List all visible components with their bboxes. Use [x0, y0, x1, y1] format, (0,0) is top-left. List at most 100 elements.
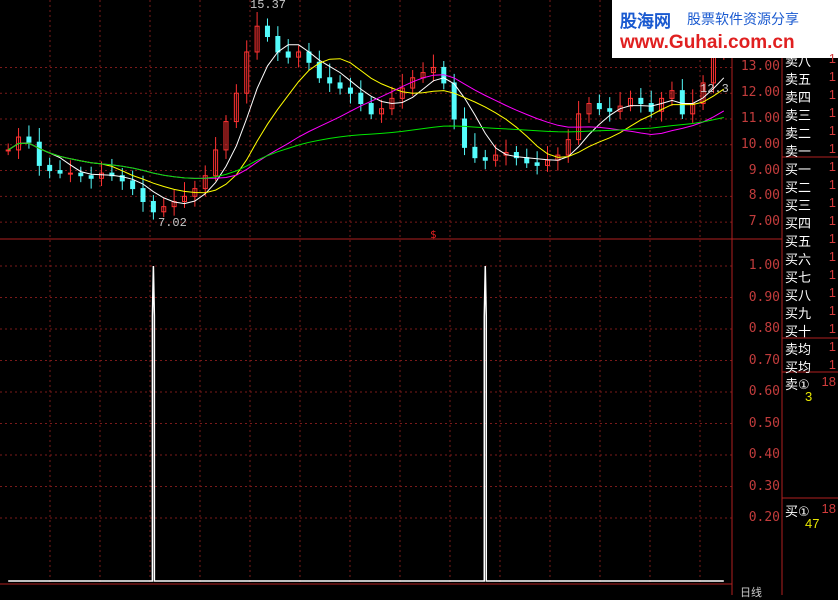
candle-body	[534, 162, 540, 166]
candle-body	[36, 141, 42, 166]
price-tick-label: 11.00	[740, 111, 780, 126]
order-row: 卖四 1	[783, 86, 838, 106]
order-volume: 1	[828, 339, 836, 354]
candle-body	[5, 149, 11, 152]
order-row: 买五 1	[783, 230, 838, 250]
candle-body	[368, 103, 374, 115]
candle-body	[524, 157, 530, 164]
order-sub-value: 47	[805, 516, 820, 531]
order-row: 买① 18 47	[783, 500, 838, 531]
order-row: 卖五 1	[783, 68, 838, 88]
order-volume: 1	[828, 159, 836, 174]
order-row: 买均 1	[783, 356, 838, 376]
order-row: 买一 1	[783, 158, 838, 178]
indicator-tick-label: 0.80	[748, 321, 780, 336]
candle-body	[130, 180, 136, 190]
order-row: 卖三 1	[783, 104, 838, 124]
candle-body	[638, 97, 644, 105]
candle-body	[264, 25, 270, 38]
order-volume: 18	[821, 501, 836, 516]
brand-url: www.Guhai.com.cn	[620, 32, 795, 53]
order-volume: 1	[828, 105, 836, 120]
brand-slogan: 股票软件资源分享	[687, 12, 799, 28]
candle-body	[679, 90, 685, 115]
candle-body	[285, 51, 291, 58]
order-row: 卖八 1	[783, 50, 838, 70]
indicator-tick-label: 0.70	[748, 352, 780, 368]
indicator-tick-label: 0.40	[748, 447, 780, 462]
ma10-line	[7, 58, 725, 194]
brand-name: 股海网	[620, 12, 671, 32]
order-volume: 1	[828, 249, 836, 264]
order-volume: 1	[828, 321, 836, 336]
order-row: 买九 1	[783, 302, 838, 322]
candle-body	[358, 92, 364, 105]
candle-body	[26, 136, 32, 143]
ma20-line	[7, 74, 725, 179]
candle-body	[78, 172, 84, 177]
order-row: 买二 1	[783, 176, 838, 196]
indicator-tick-label: 0.20	[748, 510, 780, 525]
indicator-tick-label: 0.30	[748, 478, 780, 494]
last-price-mark: 12.3	[700, 82, 729, 96]
order-volume: 1	[828, 177, 836, 192]
candle-body	[67, 172, 73, 175]
order-row: 卖① 18 3	[783, 373, 838, 404]
candle-body	[140, 188, 146, 202]
order-volume: 1	[828, 357, 836, 372]
high-price-mark: 15.37	[250, 0, 287, 12]
order-volume: 1	[828, 303, 836, 318]
candle-body	[596, 103, 602, 110]
order-volume: 1	[828, 141, 836, 156]
order-volume: 1	[828, 231, 836, 246]
order-volume: 1	[828, 51, 836, 66]
ma5-line	[7, 44, 725, 205]
candle-body	[607, 108, 613, 112]
price-tick-label: 8.00	[748, 188, 780, 204]
order-volume: 1	[828, 69, 836, 84]
order-volume: 1	[828, 195, 836, 210]
order-sub-value: 3	[805, 389, 813, 404]
order-volume: 1	[828, 123, 836, 138]
order-row: 买八 1	[783, 284, 838, 304]
period-label[interactable]: 日线	[740, 584, 762, 600]
candle-body	[57, 170, 63, 174]
low-price-mark: 7.02	[158, 216, 187, 230]
order-row: 买七 1	[783, 266, 838, 286]
order-row: 卖均 1	[783, 338, 838, 358]
candle-body	[275, 36, 281, 53]
order-volume: 1	[828, 87, 836, 102]
order-row: 买六 1	[783, 248, 838, 268]
order-row: 卖一 1	[783, 140, 838, 160]
ma60-line	[7, 117, 724, 179]
price-tick-label: 10.00	[740, 136, 780, 152]
candle-body	[472, 146, 478, 159]
candle-body	[47, 164, 53, 172]
order-volume: 1	[828, 267, 836, 282]
order-row: 卖二 1	[783, 122, 838, 142]
candle-body	[150, 200, 156, 213]
candle-body	[327, 77, 333, 84]
candle-body	[648, 103, 654, 112]
indicator-tick-label: 0.60	[748, 384, 780, 399]
candle-body	[482, 157, 488, 161]
order-row: 买三 1	[783, 194, 838, 214]
candle-body	[347, 87, 353, 94]
price-tick-label: 13.00	[740, 59, 780, 75]
order-volume: 18	[821, 374, 836, 389]
order-volume: 1	[828, 285, 836, 300]
price-tick-label: 12.00	[740, 85, 780, 101]
candle-body	[337, 82, 343, 89]
candle-body	[451, 82, 457, 120]
candle-body	[88, 175, 94, 179]
indicator-tick-label: 0.90	[748, 289, 780, 305]
candle-body	[462, 118, 468, 148]
order-row: 买四 1	[783, 212, 838, 232]
price-tick-label: 7.00	[748, 214, 780, 230]
indicator-tick-label: 0.50	[748, 415, 780, 431]
order-row: 买十 1	[783, 320, 838, 340]
indicator-tick-label: 1.00	[748, 258, 780, 273]
order-volume: 1	[828, 213, 836, 228]
price-tick-label: 9.00	[748, 162, 780, 178]
signal-marker: $	[430, 228, 437, 241]
